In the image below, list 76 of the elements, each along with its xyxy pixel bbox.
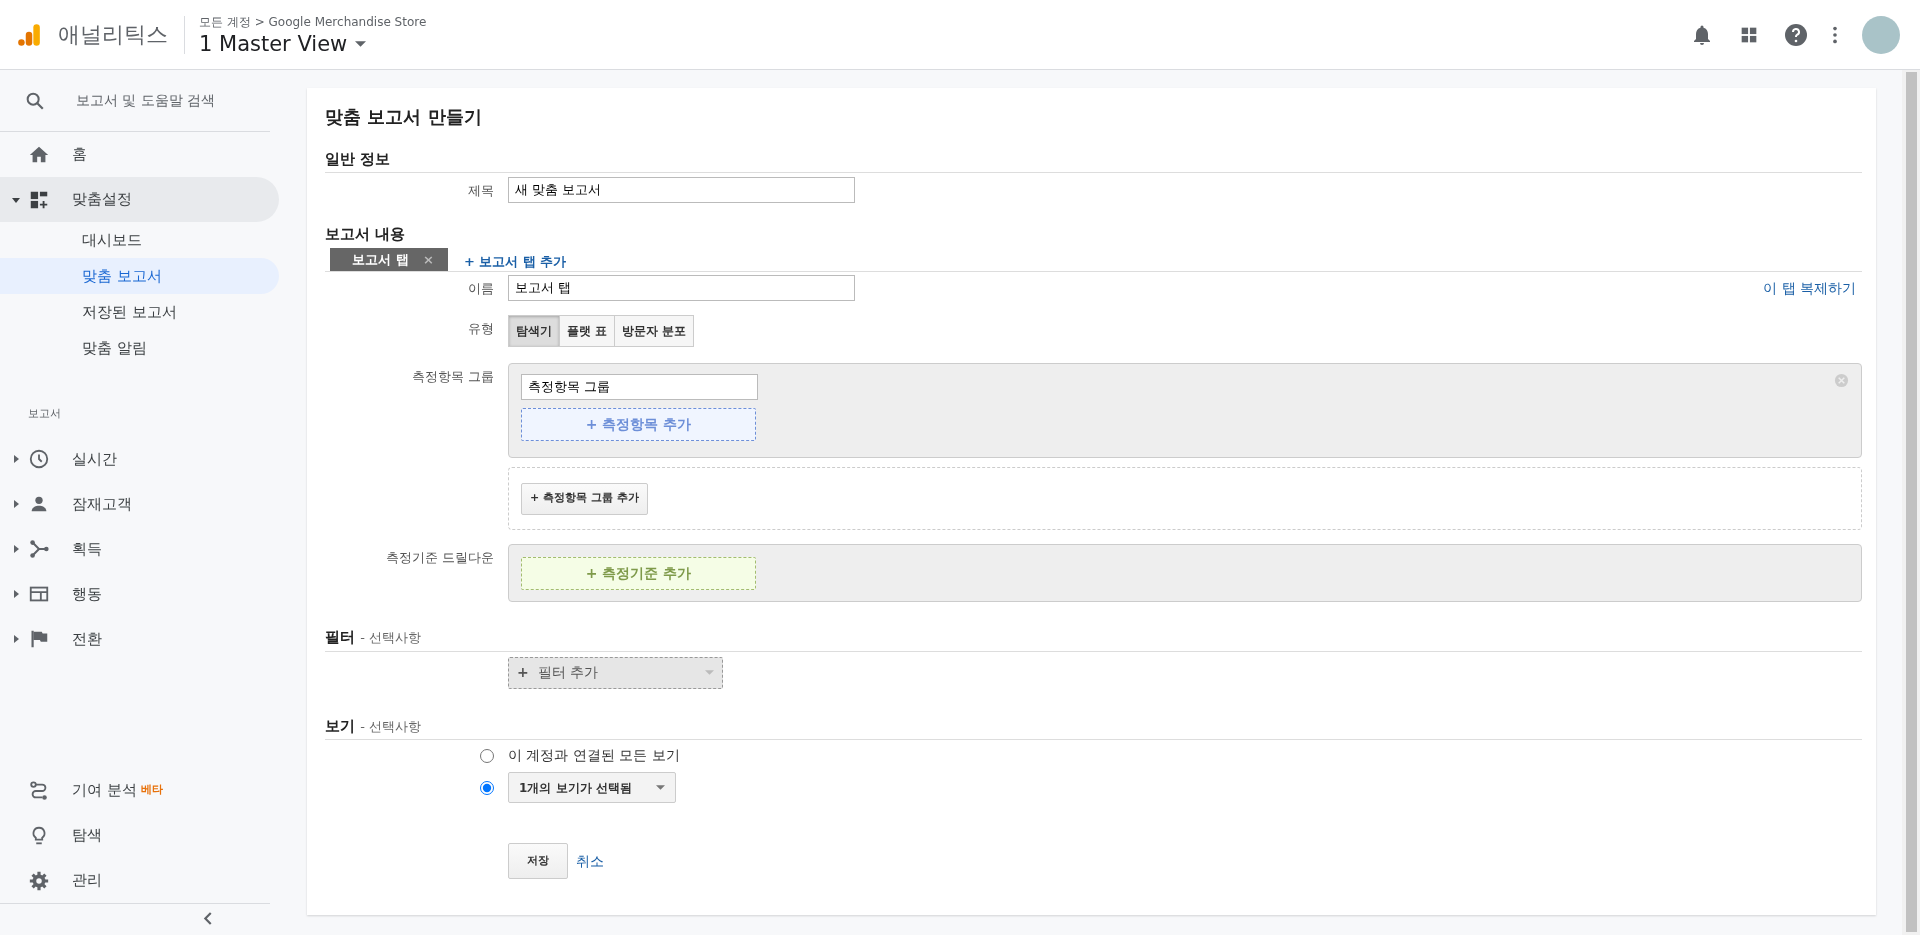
caret-right-icon[interactable] (12, 635, 20, 643)
nav-item[interactable]: 잠재고객 (0, 481, 279, 527)
nav-subitem[interactable]: 맞춤 알림 (0, 330, 279, 366)
nav-label: 잠재고객 (72, 493, 132, 515)
caret-right-icon[interactable] (12, 500, 20, 508)
add-tab-link[interactable]: + 보고서 탭 추가 (464, 251, 567, 272)
view-dropdown[interactable]: 1개의 보기가 선택됨 (508, 772, 676, 804)
nav-label: 맞춤설정 (72, 189, 132, 211)
save-button[interactable]: 저장 (508, 843, 568, 880)
optional-note: - 선택사항 (360, 718, 422, 734)
section-heading: 보기 (325, 716, 355, 735)
title-field[interactable]: 새 맞춤 보고서 (508, 177, 855, 204)
type-toggle[interactable]: 탐색기 (508, 315, 560, 348)
help-icon[interactable] (1784, 22, 1808, 47)
beta-label: 베타 (140, 782, 163, 799)
chevron-left-icon[interactable] (203, 912, 212, 925)
field-label: 측정기준 드릴다운 (384, 549, 495, 568)
nav-subitem[interactable]: 저장된 보고서 (0, 294, 279, 330)
clock-icon (28, 448, 50, 470)
nav-label: 행동 (72, 583, 102, 605)
branch-icon (28, 538, 50, 560)
route-icon (28, 779, 50, 802)
duplicate-tab-link[interactable]: 이 탭 복제하기 (1763, 275, 1856, 300)
section-heading: 보고서 내용 (325, 224, 407, 246)
breadcrumb[interactable]: 모든 계정 > Google Merchandise Store (199, 12, 427, 31)
radio-button[interactable] (480, 780, 494, 795)
nav-item[interactable]: 기여 분석 베타 (0, 768, 279, 813)
dropdown-caret-icon (705, 670, 714, 676)
caret-right-icon[interactable] (12, 545, 20, 553)
search-field[interactable]: 보고서 및 도움말 검색 (46, 89, 246, 112)
settings-icon (28, 869, 50, 892)
page-title: 맞춤 보고서 만들기 (325, 106, 483, 128)
nav-label: 관리 (72, 870, 102, 892)
field-label: 유형 (467, 320, 495, 339)
nav-item[interactable]: 행동 (0, 571, 279, 617)
caret-icon[interactable] (355, 40, 367, 47)
nav-subitem[interactable]: 맞춤 보고서 (0, 258, 279, 294)
section-heading: 필터 (325, 628, 355, 647)
nav-item[interactable]: 맞춤설정 (0, 177, 279, 222)
radio-button[interactable] (480, 748, 494, 763)
field-label: 측정항목 그룹 (410, 368, 495, 387)
nav-label: 실시간 (72, 448, 117, 470)
scrollbar-thumb[interactable] (1905, 72, 1917, 932)
nav-label: 홈 (72, 144, 87, 166)
view-selector[interactable]: 1 Master View (199, 30, 348, 57)
nav-item[interactable]: 실시간 (0, 436, 279, 482)
type-toggle[interactable]: 방문자 분포 (615, 315, 695, 348)
add-metric-group-button[interactable]: + 측정항목 그룹 추가 (521, 482, 648, 515)
nav-label: 기여 분석 (72, 780, 137, 802)
section-label: 보고서 (27, 406, 62, 422)
add-filter-dropdown[interactable]: + 필터 추가 (508, 656, 723, 689)
nav-item[interactable]: 전환 (0, 616, 279, 662)
nav-label: 탐색 (72, 825, 102, 847)
nav-label: 획득 (72, 538, 102, 560)
caret-right-icon[interactable] (12, 455, 20, 463)
dropdown-caret-icon (655, 785, 665, 791)
nav-item[interactable]: 관리 (0, 858, 279, 903)
product-name: 애널리틱스 (58, 15, 185, 54)
nav-item[interactable]: 탐색 (0, 813, 279, 858)
nav-item[interactable]: 홈 (0, 132, 279, 177)
field-label: 제목 (467, 182, 495, 201)
name-field[interactable]: 보고서 탭 (508, 275, 855, 302)
caret-down-icon[interactable] (12, 195, 20, 204)
caret-right-icon[interactable] (12, 590, 20, 598)
type-toggle[interactable]: 플랫 표 (560, 315, 616, 348)
radio-label[interactable]: 이 계정과 연결된 모든 보기 (508, 745, 680, 767)
field-label: 이름 (467, 280, 495, 299)
section-heading: 일반 정보 (325, 147, 1862, 174)
nav-item[interactable]: 획득 (0, 526, 279, 572)
flag-icon (28, 628, 50, 650)
optional-note: - 선택사항 (360, 630, 422, 646)
nav-label: 전환 (72, 628, 102, 650)
cancel-link[interactable]: 취소 (576, 850, 604, 872)
report-tab[interactable]: 보고서 탭 × (330, 247, 448, 272)
metric-group-name-field[interactable]: 측정항목 그룹 (521, 374, 758, 401)
nav-subitem[interactable]: 대시보드 (0, 222, 279, 258)
